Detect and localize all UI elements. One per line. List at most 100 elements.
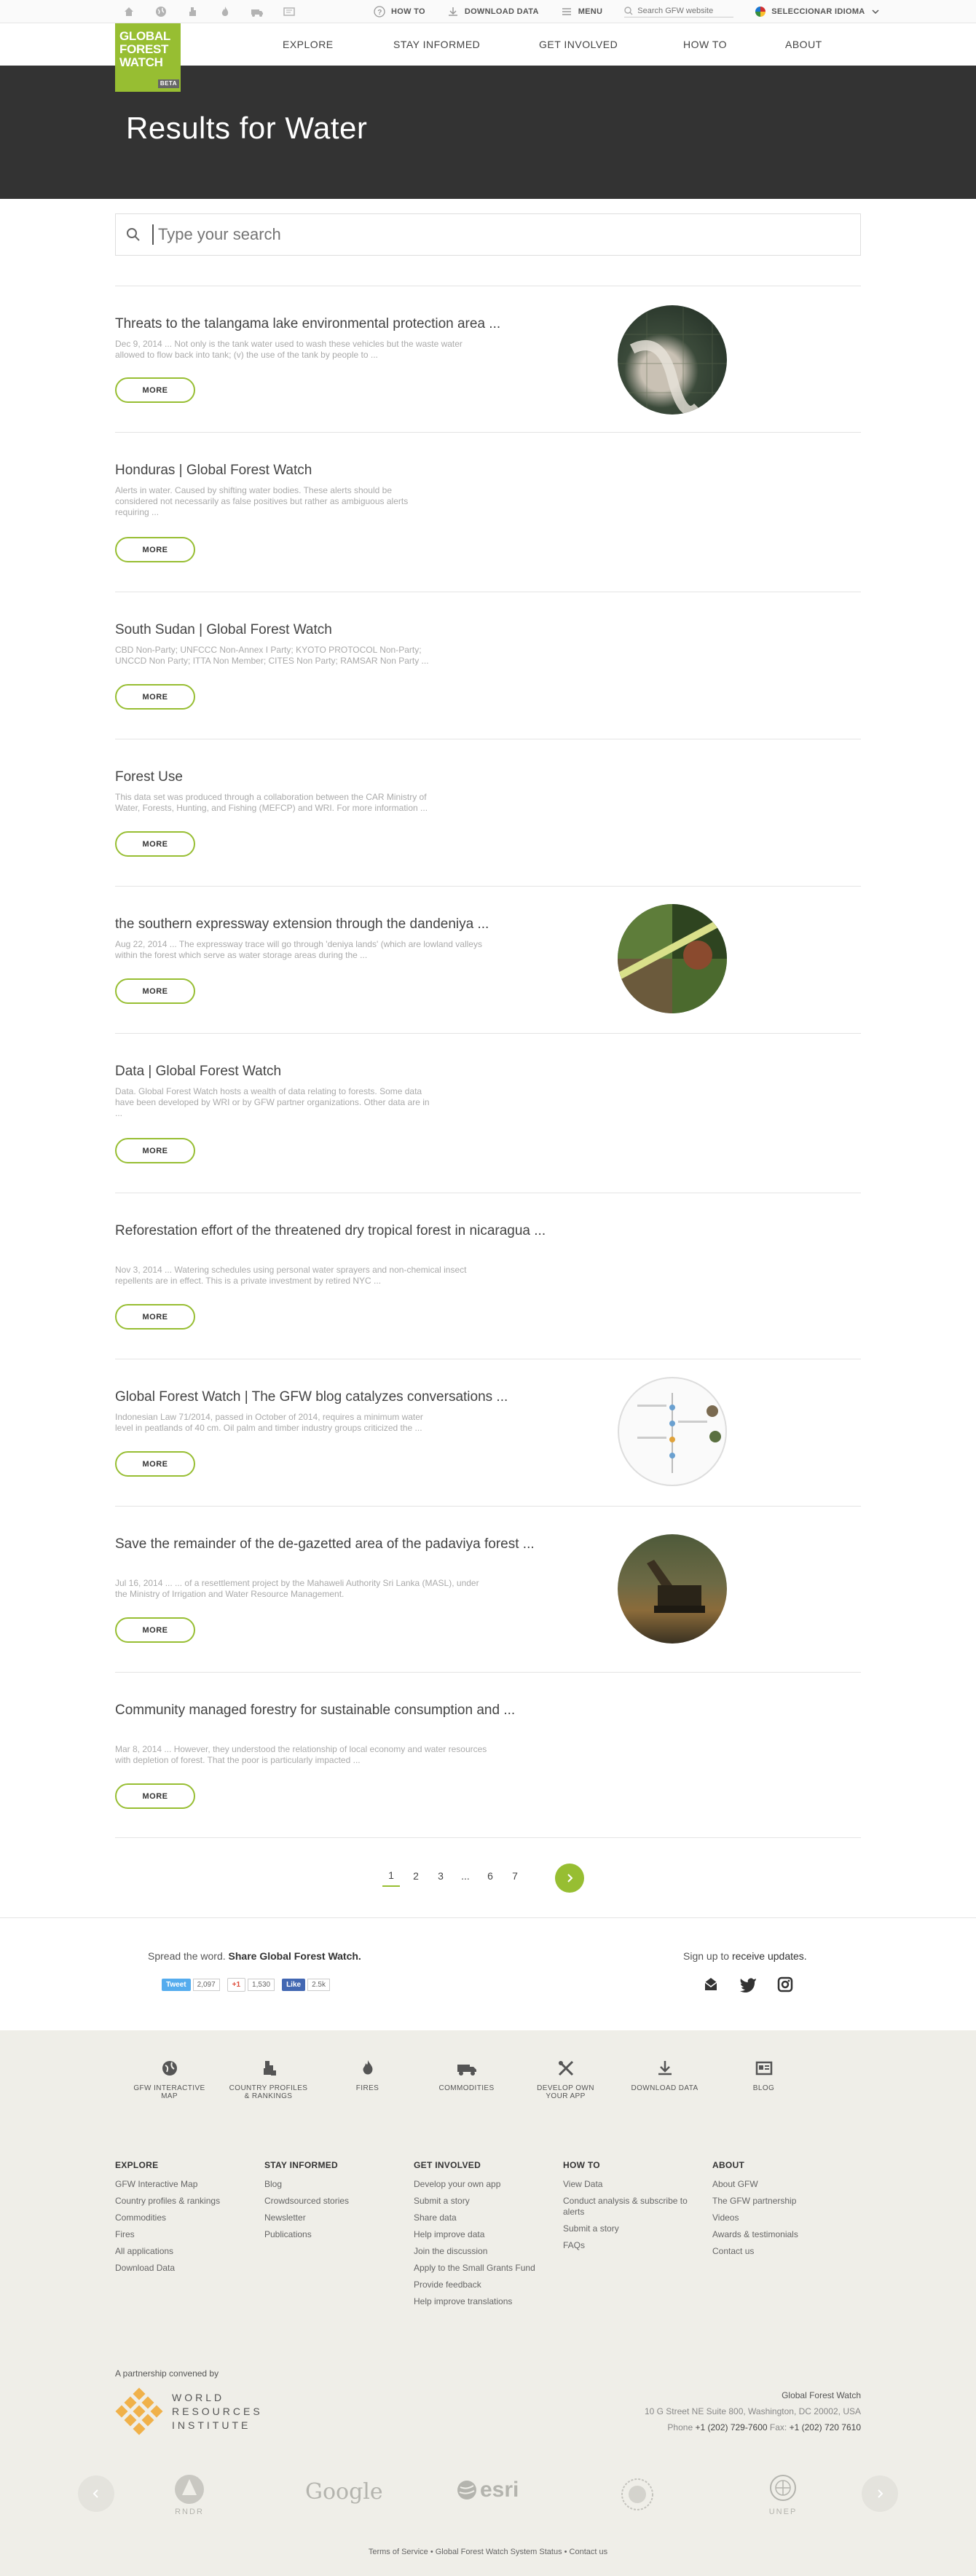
result-title[interactable]: South Sudan | Global Forest Watch (115, 620, 574, 640)
footer-link[interactable]: Apply to the Small Grants Fund (414, 2260, 563, 2277)
more-button[interactable]: MORE (115, 831, 195, 857)
result-thumbnail[interactable] (618, 1534, 727, 1644)
footer-link[interactable]: Join the discussion (414, 2243, 563, 2260)
result-title[interactable]: the southern expressway extension throug… (115, 914, 574, 934)
partner-logo-unep[interactable]: UNEP (766, 2473, 800, 2516)
more-button[interactable]: MORE (115, 1617, 195, 1643)
footer-link[interactable]: All applications (115, 2243, 264, 2260)
result-title[interactable]: Threats to the talangama lake environmen… (115, 314, 574, 334)
nav-stay-informed[interactable]: STAY INFORMED (393, 39, 539, 50)
partner-logo-esri[interactable]: esri (457, 2478, 519, 2502)
result-thumbnail[interactable] (618, 305, 727, 415)
footer-link[interactable]: Submit a story (414, 2193, 563, 2210)
page-link[interactable]: 6 (478, 1870, 503, 1886)
app-link-develop-app[interactable]: DEVELOP OWN YOUR APP (520, 2059, 611, 2100)
app-link-country-profiles[interactable]: COUNTRY PROFILES & RANKINGS (223, 2059, 314, 2100)
twitter-icon[interactable] (739, 1976, 757, 1992)
carousel-next-button[interactable] (862, 2475, 898, 2512)
result-title[interactable]: Community managed forestry for sustainab… (115, 1700, 574, 1720)
app-link-blog[interactable]: BLOG (718, 2059, 809, 2100)
menu-button[interactable]: MENU (561, 6, 603, 17)
nav-explore[interactable]: EXPLORE (283, 39, 393, 50)
result-thumbnail[interactable] (618, 904, 727, 1013)
nav-how-to[interactable]: HOW TO (683, 39, 785, 50)
result-title[interactable]: Save the remainder of the de-gazetted ar… (115, 1534, 574, 1554)
result-thumbnail[interactable] (618, 1377, 727, 1486)
country-profiles-icon[interactable] (185, 4, 201, 20)
page-link-current[interactable]: 1 (382, 1869, 400, 1887)
footer-link[interactable]: Share data (414, 2210, 563, 2226)
system-status-link[interactable]: Global Forest Watch System Status (436, 2548, 562, 2556)
footer-link[interactable]: Videos (712, 2210, 862, 2226)
how-to-link[interactable]: ? HOW TO (374, 6, 425, 17)
gfw-logo[interactable]: GLOBAL FOREST WATCH BETA (115, 23, 181, 92)
signup-cta[interactable]: receive updates. (732, 1950, 807, 1962)
more-button[interactable]: MORE (115, 1304, 195, 1330)
nav-about[interactable]: ABOUT (785, 39, 822, 50)
result-title[interactable]: Forest Use (115, 767, 574, 787)
wri-logo[interactable]: WORLD RESOURCES INSTITUTE (115, 2387, 263, 2435)
contact-us-link[interactable]: Contact us (570, 2548, 608, 2556)
footer-link[interactable]: GFW Interactive Map (115, 2176, 264, 2193)
instagram-icon[interactable] (777, 1976, 793, 1992)
truck-icon[interactable] (249, 4, 265, 20)
result-title[interactable]: Reforestation effort of the threatened d… (115, 1221, 574, 1241)
more-button[interactable]: MORE (115, 684, 195, 710)
footer-link[interactable]: Commodities (115, 2210, 264, 2226)
carousel-prev-button[interactable] (78, 2475, 114, 2512)
search-input[interactable] (152, 224, 808, 245)
partner-logo-rnr[interactable]: RNDR (171, 2473, 208, 2516)
footer-link[interactable]: Crowdsourced stories (264, 2193, 414, 2210)
footer-link[interactable]: Blog (264, 2176, 414, 2193)
tweet-button[interactable]: Tweet 2,097 (162, 1978, 220, 1992)
app-link-interactive-map[interactable]: GFW INTERACTIVE MAP (124, 2059, 215, 2100)
footer-link[interactable]: Country profiles & rankings (115, 2193, 264, 2210)
app-link-commodities[interactable]: COMMODITIES (421, 2059, 512, 2100)
footer-link[interactable]: Submit a story (563, 2220, 712, 2237)
gplus-button[interactable]: +1 1,530 (227, 1978, 275, 1992)
download-data-link[interactable]: DOWNLOAD DATA (447, 6, 539, 17)
site-search-input[interactable] (637, 6, 733, 15)
result-title[interactable]: Data | Global Forest Watch (115, 1061, 574, 1081)
more-button[interactable]: MORE (115, 537, 195, 562)
blog-icon[interactable] (281, 4, 297, 20)
footer-link[interactable]: Contact us (712, 2243, 862, 2260)
footer-link[interactable]: Newsletter (264, 2210, 414, 2226)
result-title[interactable]: Honduras | Global Forest Watch (115, 460, 574, 480)
footer-link[interactable]: Help improve data (414, 2226, 563, 2243)
app-link-fires[interactable]: FIRES (322, 2059, 413, 2100)
footer-link[interactable]: About GFW (712, 2176, 862, 2193)
partner-logo-seal[interactable] (621, 2478, 654, 2515)
result-title[interactable]: Global Forest Watch | The GFW blog catal… (115, 1387, 574, 1407)
page-link[interactable]: 2 (404, 1870, 428, 1886)
more-button[interactable]: MORE (115, 1138, 195, 1163)
footer-link[interactable]: View Data (563, 2176, 712, 2193)
footer-link[interactable]: Develop your own app (414, 2176, 563, 2193)
more-button[interactable]: MORE (115, 1783, 195, 1809)
footer-link[interactable]: Download Data (115, 2260, 264, 2277)
app-link-download-data[interactable]: DOWNLOAD DATA (619, 2059, 710, 2100)
facebook-like-button[interactable]: Like 2.5k (282, 1978, 330, 1992)
terms-link[interactable]: Terms of Service (369, 2548, 428, 2556)
footer-link[interactable]: FAQs (563, 2237, 712, 2254)
phone-number[interactable]: +1 (202) 729-7600 (695, 2422, 767, 2432)
more-button[interactable]: MORE (115, 978, 195, 1004)
footer-link[interactable]: The GFW partnership (712, 2193, 862, 2210)
footer-link[interactable]: Conduct analysis & subscribe to alerts (563, 2196, 709, 2218)
language-selector[interactable]: SELECCIONAR IDIOMA (755, 7, 879, 17)
next-page-button[interactable] (555, 1864, 584, 1893)
email-icon[interactable] (703, 1976, 719, 1992)
page-link[interactable]: 3 (428, 1870, 453, 1886)
page-link[interactable]: 7 (503, 1870, 527, 1886)
more-button[interactable]: MORE (115, 377, 195, 403)
partner-logo-google[interactable]: Google (305, 2479, 383, 2505)
globe-icon[interactable] (153, 4, 169, 20)
footer-link[interactable]: Help improve translations (414, 2293, 563, 2310)
nav-get-involved[interactable]: GET INVOLVED (539, 39, 683, 50)
footer-link[interactable]: Publications (264, 2226, 414, 2243)
footer-link[interactable]: Fires (115, 2226, 264, 2243)
footer-link[interactable]: Awards & testimonials (712, 2226, 862, 2243)
more-button[interactable]: MORE (115, 1451, 195, 1477)
fires-icon[interactable] (217, 4, 233, 20)
home-icon[interactable] (121, 4, 137, 20)
